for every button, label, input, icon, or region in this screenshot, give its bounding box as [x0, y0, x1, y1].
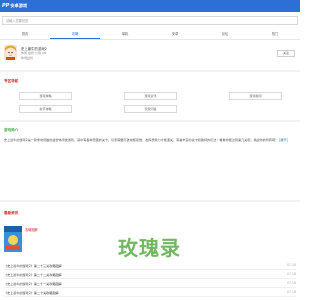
game-meta: 休闲 益智 公测 0M — [21, 51, 47, 55]
tab-single-player[interactable]: 单机 — [100, 29, 150, 39]
watermark: 玫瑰录 — [118, 236, 181, 260]
article-item[interactable]: 《史上最牛的游戏2》第二十一关攻略图解 07-18 — [4, 280, 296, 288]
article-date: 07-18 — [287, 263, 296, 267]
article-title[interactable]: 《史上最牛的游戏2》第二十一关攻略图解 — [4, 281, 62, 286]
article-title[interactable]: 《史上最牛的游戏2》第二十三关攻略图解 — [4, 263, 62, 268]
tab-home[interactable]: 首页 — [0, 29, 50, 39]
game-intro: 史上最牛的游戏2是一款非常烧脑的益智休闲类游戏，其中有各种奇葩的关卡，玩家需要打… — [4, 138, 296, 143]
search-bar — [0, 14, 300, 27]
intro-text: 史上最牛的游戏2是一款非常烧脑的益智休闲类游戏，其中有各种奇葩的关卡，玩家需要打… — [4, 138, 279, 142]
main-nav: 首页 攻略 单机 安卓 论坛 热门 — [0, 29, 300, 40]
tool-beginner-button[interactable]: 新手攻略 — [19, 105, 72, 113]
site-logo[interactable]: PP 安卓游戏 — [2, 2, 27, 10]
article-item[interactable]: 《史上最牛的游戏2》第二十二关攻略图解 07-18 — [4, 271, 296, 279]
search-input[interactable] — [2, 16, 298, 25]
follow-button[interactable]: 关注 — [277, 50, 295, 57]
intro-section-title: 游戏简介 — [4, 128, 19, 132]
article-date: 07-18 — [287, 281, 296, 285]
article-date: 07-18 — [287, 272, 296, 276]
tab-guides[interactable]: 攻略 — [50, 29, 100, 39]
feature-thumbnail[interactable] — [4, 226, 22, 252]
latest-section-title: 最新资讯 — [4, 211, 19, 215]
tab-android[interactable]: 安卓 — [150, 29, 200, 39]
tool-news-button[interactable]: 游戏新闻 — [229, 92, 282, 100]
tool-qa-button[interactable]: 玩家问答 — [124, 105, 177, 113]
article-title[interactable]: 《史上最牛的游戏2》第二十关攻略图解 — [4, 290, 59, 295]
section-divider — [0, 200, 300, 202]
tab-popular[interactable]: 热门 — [250, 29, 300, 39]
tools-section-title: 专区导航 — [4, 79, 19, 83]
game-tag: 休闲益智 — [21, 56, 34, 60]
feature-title[interactable]: 攻略图解 — [25, 227, 38, 232]
game-info-card: 史上最牛的游戏2 休闲 益智 公测 0M 休闲益智 关注 — [4, 45, 296, 66]
article-item[interactable]: 《史上最牛的游戏2》第二十三关攻略图解 07-18 — [4, 262, 296, 270]
tab-forum[interactable]: 论坛 — [200, 29, 250, 39]
section-divider — [0, 120, 300, 122]
section-divider — [0, 70, 300, 72]
article-date: 07-18 — [287, 290, 296, 294]
logo-text: 安卓游戏 — [10, 3, 28, 8]
expand-link[interactable]: [展开] — [279, 138, 288, 142]
logo-mark: PP — [2, 3, 10, 9]
app-header: PP 安卓游戏 — [0, 0, 300, 12]
article-item[interactable]: 《史上最牛的游戏2》第二十关攻略图解 07-18 — [4, 289, 296, 297]
article-title[interactable]: 《史上最牛的游戏2》第二十二关攻略图解 — [4, 272, 62, 277]
game-icon-image[interactable] — [4, 45, 17, 60]
tool-info-button[interactable]: 游戏资讯 — [124, 92, 177, 100]
tool-guides-button[interactable]: 游戏攻略 — [19, 92, 72, 100]
